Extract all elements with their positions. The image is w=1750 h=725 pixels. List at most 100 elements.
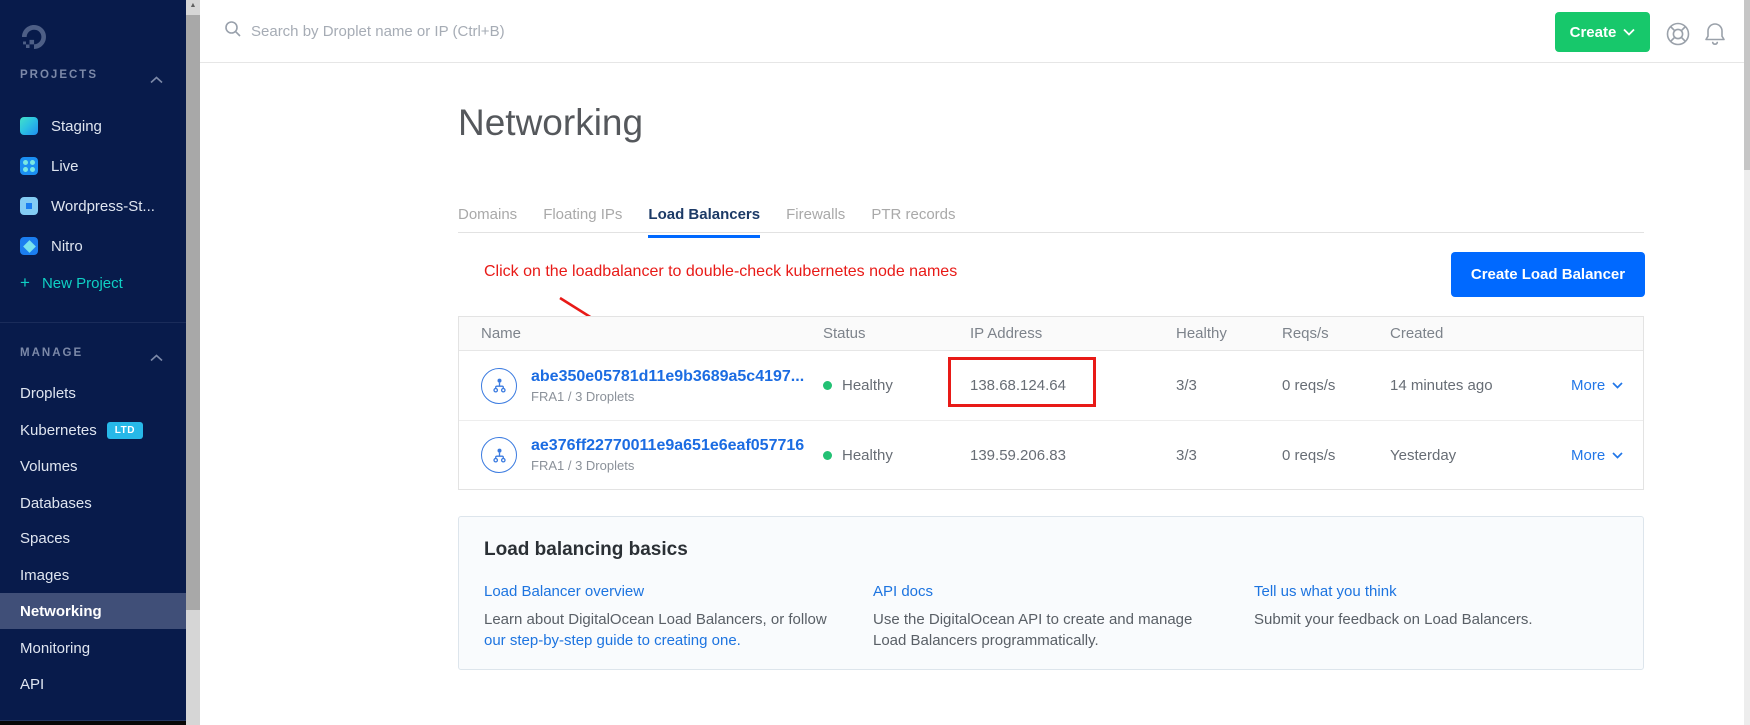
sidebar-bottom-strip xyxy=(0,721,186,725)
basics-col-feedback: Tell us what you think Submit your feedb… xyxy=(1254,583,1618,651)
sidebar-item-images[interactable]: Images xyxy=(20,560,69,590)
sidebar-item-live[interactable]: Live xyxy=(20,153,79,179)
healthy-count-value: 3/3 xyxy=(1176,377,1282,394)
healthy-status-dot-icon xyxy=(823,451,832,460)
search-input[interactable] xyxy=(251,23,671,40)
sidebar-scrollbar-thumb[interactable] xyxy=(186,15,200,610)
manage-collapse-chevron-up-icon[interactable] xyxy=(150,349,164,359)
project-live-icon xyxy=(20,157,38,175)
load-balancer-overview-link[interactable]: Load Balancer overview xyxy=(484,583,644,600)
support-lifering-icon[interactable] xyxy=(1665,21,1691,52)
basics-body-text: Use the DigitalOcean API to create and m… xyxy=(873,609,1218,651)
status-value: Healthy xyxy=(842,447,893,464)
sidebar-item-databases[interactable]: Databases xyxy=(20,488,92,518)
sidebar-item-staging[interactable]: Staging xyxy=(20,113,102,139)
create-button[interactable]: Create xyxy=(1555,12,1650,52)
page-title: Networking xyxy=(458,102,643,144)
ip-address-value: 139.59.206.83 xyxy=(970,447,1176,464)
column-header-status: Status xyxy=(823,325,970,342)
basics-body-text: Submit your feedback on Load Balancers. xyxy=(1254,609,1599,630)
plus-icon: + xyxy=(20,273,30,293)
sidebar-item-api[interactable]: API xyxy=(20,669,44,699)
table-row: ae376ff22770011e9a651e6eaf057716 FRA1 / … xyxy=(459,420,1643,489)
manage-label: Droplets xyxy=(20,385,76,402)
column-header-created: Created xyxy=(1390,325,1571,342)
load-balancing-basics-panel: Load balancing basics Load Balancer over… xyxy=(458,516,1644,670)
sidebar-item-spaces[interactable]: Spaces xyxy=(20,523,70,553)
tabs-underline xyxy=(458,232,1644,233)
sidebar-item-monitoring[interactable]: Monitoring xyxy=(20,633,90,663)
load-balancer-icon xyxy=(481,368,517,404)
manage-label: Spaces xyxy=(20,530,70,547)
table-header-row: Name Status IP Address Healthy Reqs/s Cr… xyxy=(459,317,1643,351)
sidebar-item-droplets[interactable]: Droplets xyxy=(20,378,76,408)
healthy-count-value: 3/3 xyxy=(1176,447,1282,464)
sidebar-item-kubernetes[interactable]: Kubernetes LTD xyxy=(20,415,143,445)
status-value: Healthy xyxy=(842,377,893,394)
project-nitro-icon xyxy=(20,237,38,255)
project-staging-icon xyxy=(20,117,38,135)
requests-value: 0 reqs/s xyxy=(1282,447,1390,464)
project-label: Wordpress-St... xyxy=(51,198,155,215)
load-balancer-name-link[interactable]: abe350e05781d11e9b3689a5c4197... xyxy=(531,368,804,386)
basics-col-overview: Load Balancer overview Learn about Digit… xyxy=(484,583,873,651)
tab-floating-ips[interactable]: Floating IPs xyxy=(543,206,622,238)
load-balancer-icon xyxy=(481,437,517,473)
requests-value: 0 reqs/s xyxy=(1282,377,1390,394)
load-balancer-name-link[interactable]: ae376ff22770011e9a651e6eaf057716 xyxy=(531,437,804,455)
new-project-button[interactable]: + New Project xyxy=(20,270,123,296)
projects-collapse-chevron-up-icon[interactable] xyxy=(150,71,164,81)
sidebar-item-volumes[interactable]: Volumes xyxy=(20,451,78,481)
api-docs-link[interactable]: API docs xyxy=(873,583,933,600)
project-label: Live xyxy=(51,158,79,175)
basics-body-text: Learn about DigitalOcean Load Balancers,… xyxy=(484,611,827,628)
more-menu-button[interactable]: More xyxy=(1571,447,1645,464)
manage-label: Monitoring xyxy=(20,640,90,657)
step-by-step-guide-link[interactable]: our step-by-step guide to creating one. xyxy=(484,632,741,649)
annotation-text: Click on the loadbalancer to double-chec… xyxy=(484,263,957,281)
basics-col-api: API docs Use the DigitalOcean API to cre… xyxy=(873,583,1254,651)
more-label: More xyxy=(1571,377,1605,394)
manage-label: API xyxy=(20,676,44,693)
tab-domains[interactable]: Domains xyxy=(458,206,517,238)
chevron-down-icon xyxy=(1623,28,1635,36)
column-header-reqs: Reqs/s xyxy=(1282,325,1390,342)
project-label: Nitro xyxy=(51,238,83,255)
sidebar-item-networking[interactable]: Networking xyxy=(0,593,186,629)
created-value: Yesterday xyxy=(1390,447,1571,464)
tab-ptr-records[interactable]: PTR records xyxy=(871,206,955,238)
digitalocean-logo-icon[interactable] xyxy=(19,22,49,57)
projects-section-header[interactable]: PROJECTS xyxy=(20,69,98,81)
more-label: More xyxy=(1571,447,1605,464)
healthy-status-dot-icon xyxy=(823,381,832,390)
sidebar: PROJECTS Staging Live Wordpress-St... Ni… xyxy=(0,0,186,725)
column-header-healthy: Healthy xyxy=(1176,325,1282,342)
sidebar-divider xyxy=(0,322,186,323)
create-load-balancer-button[interactable]: Create Load Balancer xyxy=(1451,252,1645,297)
create-button-label: Create xyxy=(1570,24,1617,41)
chevron-down-icon xyxy=(1612,382,1623,389)
sidebar-item-nitro[interactable]: Nitro xyxy=(20,233,83,259)
tab-load-balancers[interactable]: Load Balancers xyxy=(648,206,760,238)
column-header-ip: IP Address xyxy=(970,325,1176,342)
notifications-bell-icon[interactable] xyxy=(1703,21,1727,52)
sidebar-item-wordpress[interactable]: Wordpress-St... xyxy=(20,193,155,219)
manage-label: Images xyxy=(20,567,69,584)
project-label: Staging xyxy=(51,118,102,135)
load-balancer-meta: FRA1 / 3 Droplets xyxy=(531,389,804,404)
app-root: PROJECTS Staging Live Wordpress-St... Ni… xyxy=(0,0,1750,725)
project-wordpress-icon xyxy=(20,197,38,215)
column-header-name: Name xyxy=(459,325,823,342)
load-balancer-meta: FRA1 / 3 Droplets xyxy=(531,458,804,473)
page-scrollbar-thumb[interactable] xyxy=(1744,0,1750,170)
more-menu-button[interactable]: More xyxy=(1571,377,1645,394)
tell-us-what-you-think-link[interactable]: Tell us what you think xyxy=(1254,583,1397,600)
created-value: 14 minutes ago xyxy=(1390,377,1571,394)
manage-label: Volumes xyxy=(20,458,78,475)
ltd-badge: LTD xyxy=(107,422,143,439)
tab-firewalls[interactable]: Firewalls xyxy=(786,206,845,238)
manage-section-header[interactable]: MANAGE xyxy=(20,347,83,359)
sidebar-scrollbar-up-arrow-icon[interactable]: ▲ xyxy=(186,2,200,9)
search-icon xyxy=(224,20,242,43)
search-bar[interactable] xyxy=(224,0,671,63)
